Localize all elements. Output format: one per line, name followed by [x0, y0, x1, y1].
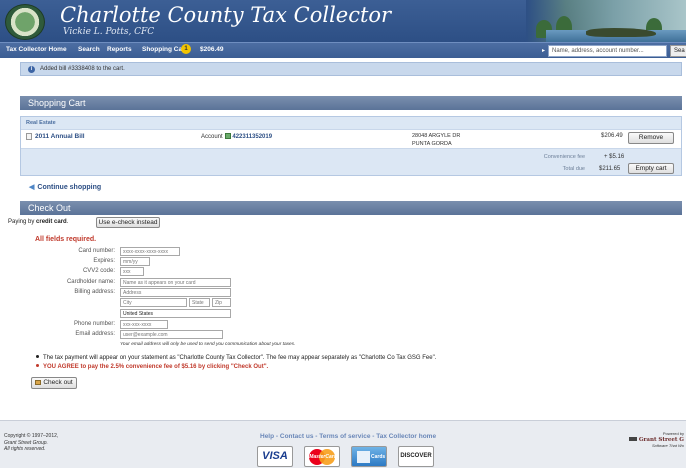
card-number-input[interactable]: xxxx-xxxx-xxxx-xxxx: [120, 247, 180, 256]
convenience-fee-label: Convenience fee: [543, 154, 585, 160]
email-address-label: Email address:: [75, 331, 115, 337]
discover-label: DISCOVER: [400, 453, 432, 459]
paying-by-label: Paying by: [8, 219, 35, 225]
continue-shopping-label: Continue shopping: [37, 184, 102, 191]
nav-search[interactable]: Search: [78, 46, 100, 53]
account-info: Account 422311352019: [201, 133, 272, 140]
fee-agreement-notice: YOU AGREE to pay the 2.5% convenience fe…: [36, 364, 268, 370]
billing-address-label: Billing address:: [74, 289, 115, 295]
page: Charlotte County Tax Collector Vickie L.…: [0, 0, 686, 468]
main-nav: Tax Collector Home Search Reports Shoppi…: [0, 42, 686, 58]
copyright-years: Copyright © 1997–2012,: [4, 433, 59, 439]
site-subtitle: Vickie L. Potts, CFC: [63, 27, 155, 37]
copyright: Copyright © 1997–2012, Grant Street Grou…: [4, 433, 58, 453]
shopping-cart-heading: Shopping Cart: [20, 96, 682, 110]
total-due-value: $211.65: [599, 166, 621, 172]
nav-tax-collector-home[interactable]: Tax Collector Home: [6, 46, 67, 53]
billing-zip-input[interactable]: Zip: [212, 298, 231, 307]
powered-by-logo[interactable]: Powered by Grant Street G Software That …: [628, 431, 684, 449]
billing-country-select[interactable]: United States: [120, 309, 231, 318]
expires-input[interactable]: mm/yy: [120, 257, 150, 266]
bill-amount: $206.49: [601, 133, 623, 139]
site-title: Charlotte County Tax Collector: [60, 3, 392, 27]
remove-button[interactable]: Remove: [628, 132, 674, 144]
search-input[interactable]: Name, address, account number...: [548, 45, 667, 57]
info-message-bar: i Added bill #3338408 to the cart.: [20, 62, 682, 76]
payment-method-text: Paying by credit card.: [8, 219, 69, 225]
amex-label: Cards: [371, 454, 386, 460]
nav-reports[interactable]: Reports: [107, 46, 132, 53]
continue-shopping-link[interactable]: ◀ Continue shopping: [29, 183, 101, 191]
required-fields-notice: All fields required.: [35, 236, 97, 243]
nav-cart-total[interactable]: $206.49: [200, 46, 224, 53]
footer-link-terms[interactable]: Terms of service: [319, 433, 370, 440]
account-label: Account: [201, 134, 223, 140]
convenience-fee-value: + $5.16: [604, 154, 625, 160]
bill-link[interactable]: 2011 Annual Bill: [35, 133, 85, 140]
billing-city-input[interactable]: City: [120, 298, 187, 307]
back-arrow-icon: ◀: [29, 184, 35, 191]
check-out-label: Check out: [43, 379, 73, 386]
account-icon: [225, 133, 232, 139]
mastercard-icon: MasterCard: [304, 446, 340, 467]
powered-by-tagline: Software That Wo: [651, 443, 684, 448]
checkout-icon: [35, 380, 42, 385]
check-out-button[interactable]: Check out: [31, 377, 77, 389]
paying-method: credit card: [36, 219, 67, 225]
cardholder-name-label: Cardholder name:: [66, 279, 115, 285]
discover-card-icon: DISCOVER: [398, 446, 434, 467]
copyright-rights: All rights reserved.: [4, 446, 46, 452]
county-seal-icon: [5, 4, 45, 40]
document-icon: [26, 133, 32, 140]
footer-link-help[interactable]: Help: [260, 433, 274, 440]
card-number-label: Card number:: [78, 248, 115, 254]
fee-agreement-text: YOU AGREE to pay the 2.5% convenience fe…: [43, 364, 269, 370]
property-address-line1: 28048 ARGYLE DR: [412, 133, 461, 139]
account-number-link[interactable]: 422311352019: [232, 134, 272, 140]
footer-links: Help - Contact us - Terms of service - T…: [260, 433, 436, 440]
search-caret-icon: ▸: [542, 48, 546, 54]
billing-address-input[interactable]: Address: [120, 288, 231, 297]
footer-link-tax-collector-home[interactable]: Tax Collector home: [376, 433, 436, 440]
cvv2-label: CVV2 code:: [82, 268, 115, 274]
check-out-heading: Check Out: [20, 201, 682, 215]
cart-panel: Real Estate 2011 Annual Bill Account 422…: [20, 116, 682, 176]
billing-state-input[interactable]: State: [189, 298, 210, 307]
statement-notice: The tax payment will appear on your stat…: [36, 355, 436, 361]
total-due-label: Total due: [562, 166, 585, 172]
use-echeck-button[interactable]: Use e-check instead: [96, 217, 160, 228]
expires-label: Expires:: [93, 258, 115, 264]
cart-category: Real Estate: [26, 120, 56, 126]
cvv2-input[interactable]: xxx: [120, 267, 144, 276]
property-address-line2: PUNTA GORDA: [412, 141, 452, 147]
info-icon: i: [28, 66, 35, 73]
amex-card-icon: Cards: [351, 446, 387, 467]
site-footer: Copyright © 1997–2012, Grant Street Grou…: [0, 420, 686, 468]
mastercard-label: MasterCard: [309, 454, 337, 460]
info-message: Added bill #3338408 to the cart.: [40, 66, 125, 72]
email-usage-note: Your email address will only be used to …: [120, 342, 296, 347]
search-button[interactable]: Sea: [670, 45, 686, 57]
phone-number-label: Phone number:: [73, 321, 115, 327]
footer-link-contact[interactable]: Contact us: [280, 433, 314, 440]
empty-cart-button[interactable]: Empty cart: [628, 163, 674, 174]
statement-notice-text: The tax payment will appear on your stat…: [43, 355, 437, 361]
site-header: Charlotte County Tax Collector Vickie L.…: [0, 0, 686, 42]
cart-row: 2011 Annual Bill Account 422311352019 28…: [21, 129, 681, 149]
header-landscape-image: [526, 0, 686, 42]
phone-number-input[interactable]: xxx-xxx-xxxx: [120, 320, 168, 329]
cardholder-name-input[interactable]: Name as it appears on your card: [120, 278, 231, 287]
cart-count-badge: 1: [181, 44, 191, 54]
email-address-input[interactable]: user@example.com: [120, 330, 223, 339]
visa-card-icon: VISA: [257, 446, 293, 467]
